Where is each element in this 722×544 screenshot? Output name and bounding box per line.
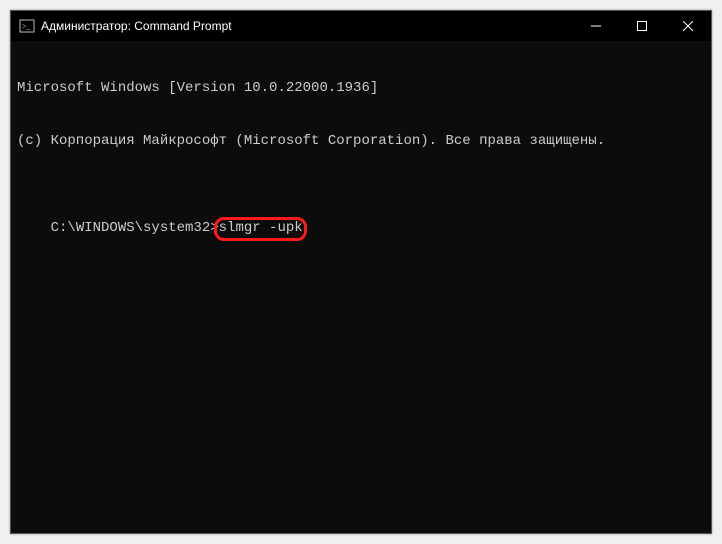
prompt-path: C:\WINDOWS\system32>	[51, 220, 219, 236]
minimize-button[interactable]	[573, 11, 619, 41]
terminal-blank-line	[17, 185, 705, 203]
maximize-button[interactable]	[619, 11, 665, 41]
close-button[interactable]	[665, 11, 711, 41]
terminal-area[interactable]: Microsoft Windows [Version 10.0.22000.19…	[11, 41, 711, 533]
terminal-output-line: Microsoft Windows [Version 10.0.22000.19…	[17, 80, 705, 98]
window-controls	[573, 11, 711, 41]
titlebar[interactable]: >_ Администратор: Command Prompt	[11, 11, 711, 41]
window-title: Администратор: Command Prompt	[41, 19, 232, 33]
titlebar-left: >_ Администратор: Command Prompt	[11, 18, 573, 34]
cmd-icon: >_	[19, 18, 35, 34]
terminal-output-line: (c) Корпорация Майкрософт (Microsoft Cor…	[17, 133, 705, 151]
svg-text:>_: >_	[22, 22, 32, 31]
highlighted-command-wrapper: slmgr -upk	[219, 220, 303, 238]
typed-command: slmgr -upk	[219, 220, 303, 236]
command-prompt-window: >_ Администратор: Command Prompt Microso…	[10, 10, 712, 534]
